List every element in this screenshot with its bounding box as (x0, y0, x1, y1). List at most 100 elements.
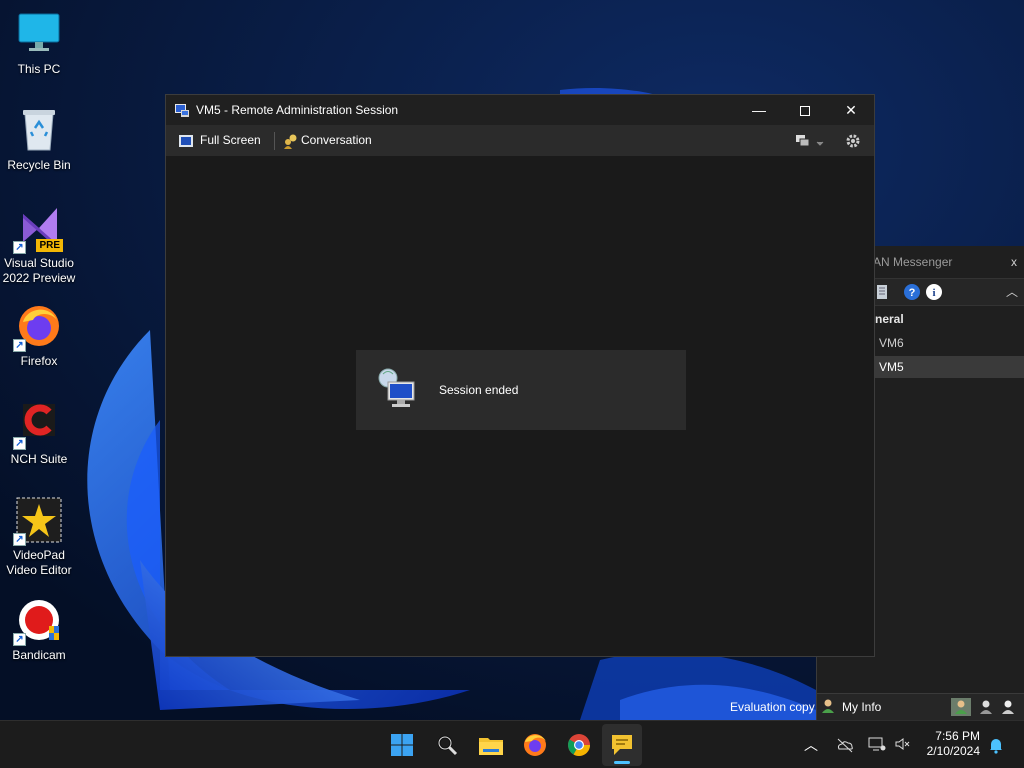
status-away-button[interactable] (977, 698, 995, 716)
remote-computer-icon (374, 366, 420, 412)
desktop-icon-firefox[interactable]: ↗ Firefox (2, 302, 76, 369)
onedrive-tray-button[interactable] (836, 737, 854, 753)
close-icon: ✕ (845, 102, 857, 118)
fullscreen-label: Full Screen (200, 133, 261, 147)
firefox-icon: ↗ (13, 302, 63, 352)
messenger-icon (612, 735, 632, 755)
taskbar: ︿ 7:56 PM 2/10/2024 (0, 720, 1024, 768)
search-button[interactable] (431, 729, 463, 761)
desktop-icon-bandicam[interactable]: ↗ Bandicam (2, 596, 76, 663)
network-icon (868, 737, 886, 751)
desktop-icon-label: This PC (17, 62, 61, 76)
firefox-taskbar-button[interactable] (519, 729, 551, 761)
monitor-icon (15, 10, 63, 58)
messenger-close-button[interactable]: x (1011, 246, 1017, 278)
bell-icon (990, 739, 1002, 754)
minimize-icon: — (752, 102, 766, 118)
videopad-icon: ↗ (13, 496, 63, 546)
contact-item-selected[interactable]: VM5 (873, 356, 1024, 378)
my-info-label: My Info (842, 700, 882, 714)
user-online-icon (955, 700, 967, 714)
network-tray-button[interactable] (868, 736, 886, 752)
contact-group-label: neral (875, 312, 904, 326)
my-info-user-icon (820, 698, 836, 717)
svg-text:i: i (932, 287, 935, 299)
messenger-taskbar-button[interactable] (602, 724, 642, 766)
start-icon (391, 734, 413, 756)
conversation-button[interactable]: Conversation (283, 125, 372, 156)
view-mode-dropdown[interactable] (794, 132, 824, 150)
visual-studio-icon: PRE ↗ (13, 204, 63, 254)
desktop-icon-label: Recycle Bin (7, 158, 71, 172)
windows-icon (796, 135, 824, 147)
desktop-icon-visual-studio[interactable]: PRE ↗ Visual Studio 2022 Preview (2, 204, 76, 286)
close-button[interactable]: ✕ (828, 95, 874, 125)
desktop-icon-recycle-bin[interactable]: Recycle Bin (2, 106, 76, 173)
status-online-button[interactable] (951, 698, 971, 716)
messenger-toolbar: ? i ︿ (873, 278, 1024, 306)
cloud-offline-icon (837, 738, 853, 753)
chevron-up-icon: ︿ (804, 737, 818, 753)
bandicam-icon: ↗ (13, 596, 63, 646)
clock-date: 2/10/2024 (926, 744, 980, 758)
notifications-button[interactable] (988, 736, 1004, 754)
my-info-button[interactable]: My Info (822, 699, 882, 714)
maximize-icon (800, 106, 810, 117)
window-titlebar[interactable]: VM5 - Remote Administration Session — ✕ (166, 95, 874, 125)
desktop-icon-videopad[interactable]: ↗ VideoPad Video Editor (2, 496, 76, 578)
desktop-icon-this-pc[interactable]: This PC (2, 10, 76, 77)
session-toolbar: Full Screen Conversation (166, 125, 874, 156)
gear-icon (846, 134, 860, 148)
file-explorer-icon (479, 738, 503, 755)
remote-viewport[interactable]: Session ended (166, 156, 874, 656)
speaker-muted-icon (895, 738, 910, 750)
session-status-text: Session ended (439, 383, 519, 397)
clock-time: 7:56 PM (935, 729, 980, 743)
show-hidden-icons-button[interactable]: ︿ (804, 735, 820, 753)
address-book-icon[interactable] (873, 283, 891, 301)
session-status-panel: Session ended (356, 350, 686, 430)
maximize-button[interactable] (782, 95, 828, 125)
toolbar-separator (274, 132, 275, 150)
messenger-title: AN Messenger (873, 255, 953, 269)
desktop-icon-nch-suite[interactable]: ↗ NCH Suite (2, 400, 76, 467)
desktop-icon-label: Visual Studio 2022 Preview (2, 256, 76, 285)
chevron-up-icon[interactable]: ︿ (1003, 283, 1021, 301)
window-title: VM5 - Remote Administration Session (196, 103, 399, 117)
minimize-button[interactable]: — (736, 95, 782, 125)
start-button[interactable] (386, 729, 418, 761)
remote-session-window[interactable]: VM5 - Remote Administration Session — ✕ … (165, 94, 875, 657)
desktop-icon-label: VideoPad Video Editor (6, 548, 72, 577)
file-explorer-button[interactable] (475, 729, 507, 761)
firefox-icon (524, 734, 546, 756)
evaluation-copy-text: Evaluation copy (730, 700, 815, 714)
shortcut-arrow-icon: ↗ (13, 437, 26, 450)
fullscreen-button[interactable]: Full Screen (178, 125, 261, 156)
user-offline-icon (1002, 700, 1014, 714)
user-away-icon (980, 700, 992, 714)
desktop-icon-label: Bandicam (12, 648, 66, 662)
shortcut-arrow-icon: ↗ (13, 241, 26, 254)
chrome-taskbar-button[interactable] (563, 729, 595, 761)
shortcut-arrow-icon: ↗ (13, 339, 26, 352)
desktop-icon-label: NCH Suite (10, 452, 68, 466)
shortcut-arrow-icon: ↗ (13, 633, 26, 646)
nch-suite-icon: ↗ (13, 400, 63, 450)
desktop-icon-label: Firefox (20, 354, 58, 368)
status-offline-button[interactable] (999, 698, 1017, 716)
chrome-icon (568, 734, 590, 756)
conversation-label: Conversation (301, 133, 372, 147)
remote-session-icon (174, 102, 190, 118)
conversation-icon (284, 134, 297, 149)
search-icon (437, 735, 458, 756)
shortcut-arrow-icon: ↗ (13, 533, 26, 546)
volume-tray-button[interactable] (894, 736, 912, 752)
system-clock[interactable]: 7:56 PM 2/10/2024 (927, 729, 980, 759)
fullscreen-icon (179, 134, 193, 147)
svg-text:?: ? (909, 287, 916, 299)
settings-button[interactable] (844, 132, 862, 150)
preview-badge: PRE (36, 239, 63, 252)
info-icon[interactable]: i (925, 283, 943, 301)
help-icon[interactable]: ? (903, 283, 921, 301)
contact-item[interactable]: VM6 (873, 332, 1024, 354)
